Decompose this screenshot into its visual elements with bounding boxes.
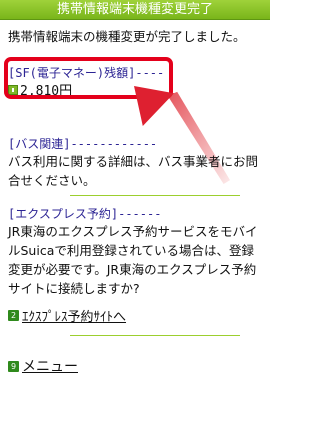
bus-section-title: [バス関連]------------ <box>8 137 158 151</box>
express-section-title: [エクスプレス予約]------ <box>8 207 162 221</box>
key-2-icon: 2 <box>8 310 19 321</box>
express-site-link-label[interactable]: ｴｸｽﾌﾟﾚｽ予約ｻｲﾄへ <box>22 306 126 325</box>
completion-message: 携帯情報端末の機種変更が完了しました。 <box>8 29 246 44</box>
bus-section-text: バス利用に関する詳細は、バス事業者にお問合せください。 <box>8 154 259 188</box>
express-site-link[interactable]: 2 ｴｸｽﾌﾟﾚｽ予約ｻｲﾄへ <box>8 306 126 325</box>
section-divider <box>70 335 240 336</box>
page-header: 携帯情報端末機種変更完了 <box>0 0 270 20</box>
menu-link[interactable]: 9 メニュー <box>8 356 78 376</box>
menu-link-label[interactable]: メニュー <box>22 356 78 376</box>
key-9-icon: 9 <box>8 360 19 372</box>
page-title: 携帯情報端末機種変更完了 <box>56 2 213 17</box>
express-section-text: JR東海のエクスプレス予約サービスをモバイルSuicaで利用登録されている場合は… <box>8 224 258 296</box>
section-divider <box>70 195 240 196</box>
